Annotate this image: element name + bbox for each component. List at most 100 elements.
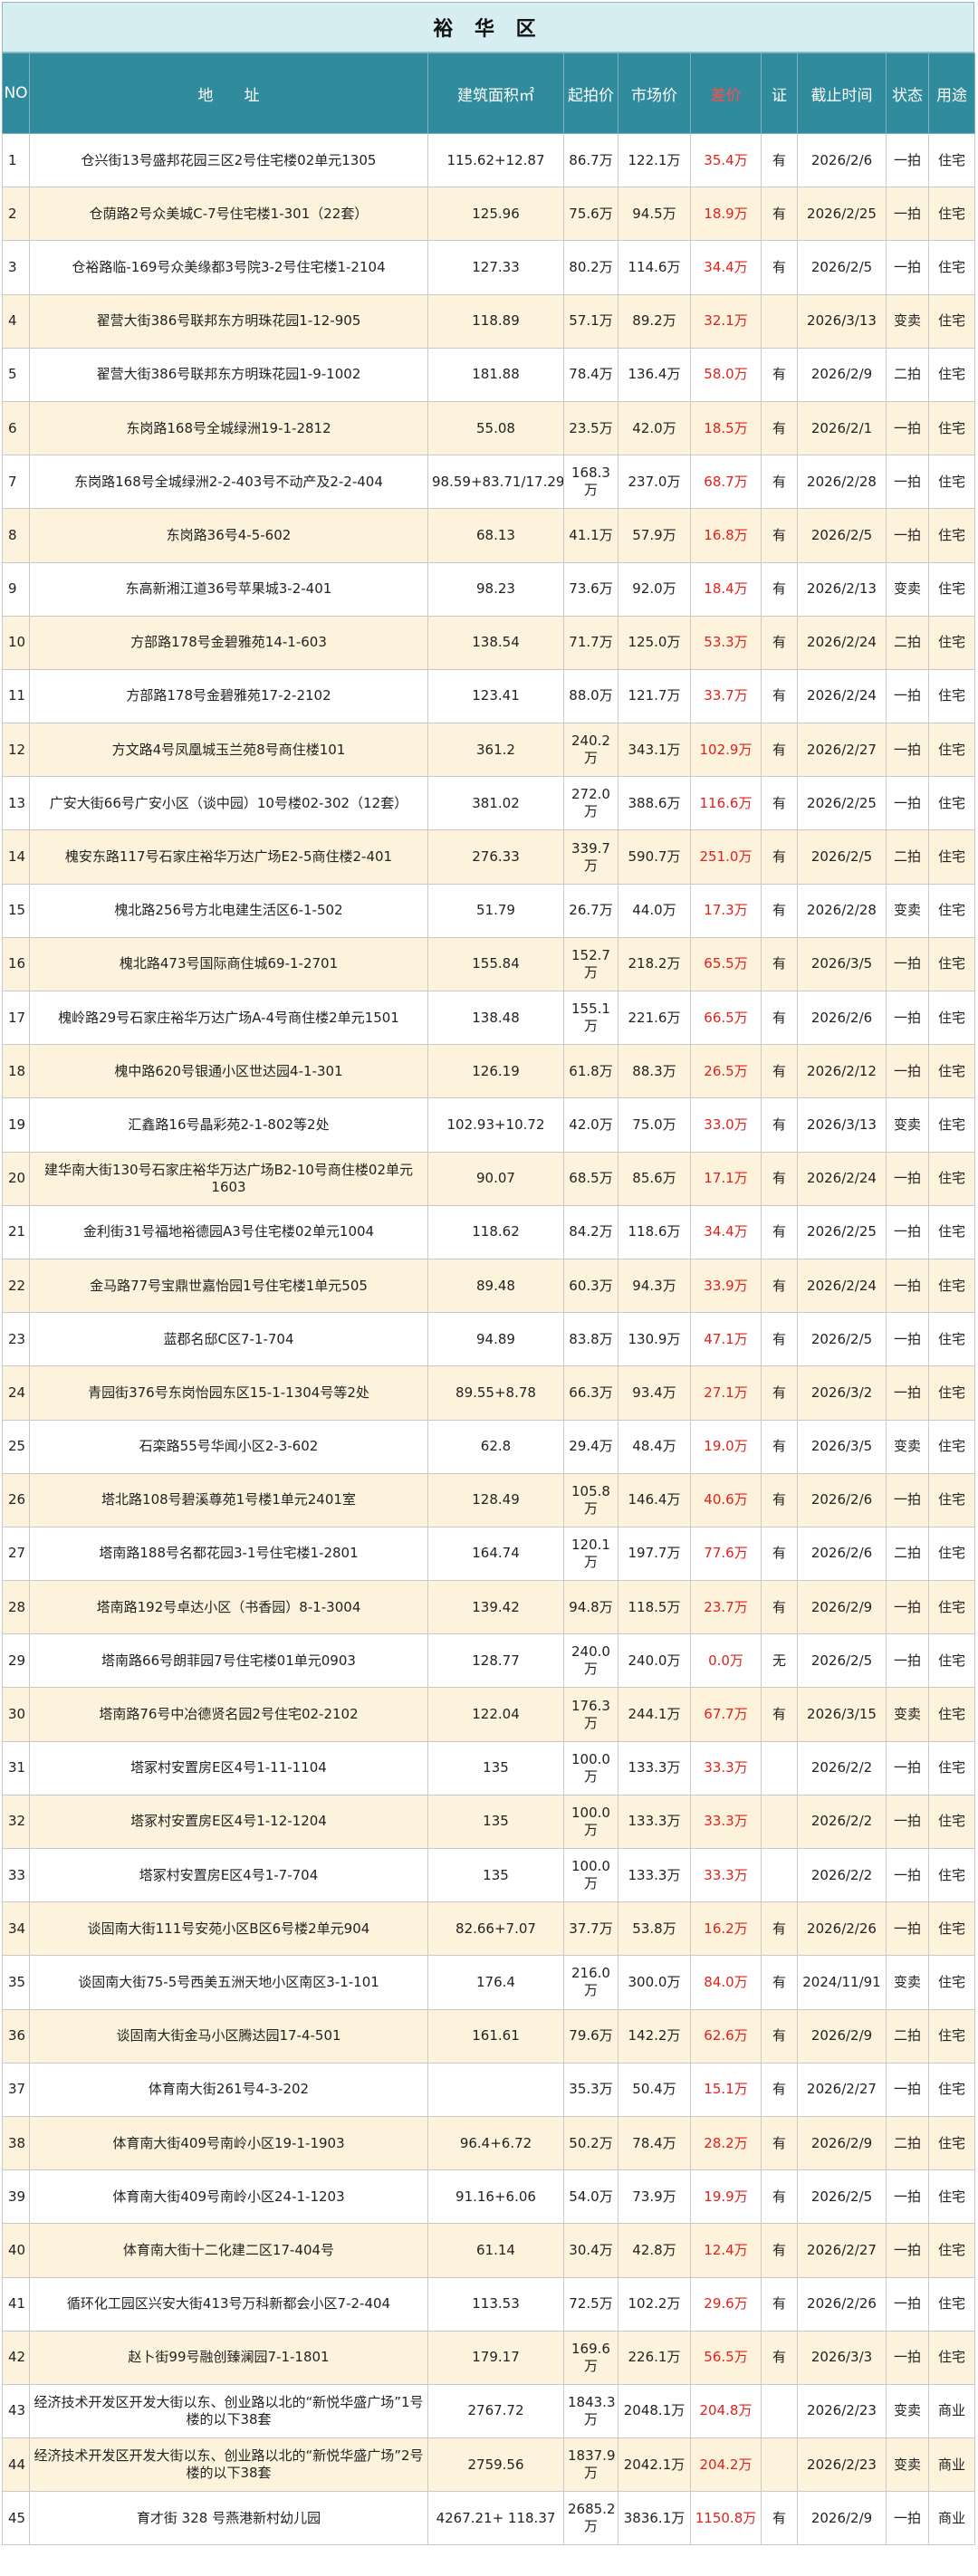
col-market-price-header: 市场价 <box>618 53 691 134</box>
status-cell: 一拍 <box>886 1151 929 1206</box>
market-price-cell: 85.6万 <box>618 1151 691 1206</box>
certificate-cell: 有 <box>761 187 798 242</box>
certificate-cell: 有 <box>761 615 798 670</box>
table-row: 21 金利街31号福地裕德园A3号住宅楼02单元1004 118.62 84.2万 11… <box>2 1204 975 1259</box>
district-title: 裕 华 区 <box>2 2 974 53</box>
usage-cell: 住宅 <box>928 2276 975 2332</box>
certificate-cell: 有 <box>761 1526 798 1582</box>
building-area-cell: 4267.21+ 118.37 <box>427 2491 564 2546</box>
building-area-cell: 55.08 <box>427 400 564 456</box>
status-cell: 变卖 <box>886 2437 929 2493</box>
start-price-cell: 71.7万 <box>563 615 618 670</box>
building-area-cell: 123.41 <box>427 668 564 724</box>
usage-cell: 住宅 <box>928 776 975 831</box>
status-cell: 一拍 <box>886 240 929 295</box>
usage-cell: 住宅 <box>928 1847 975 1903</box>
usage-cell: 住宅 <box>928 508 975 563</box>
start-price-cell: 68.5万 <box>563 1151 618 1206</box>
deadline-cell: 2026/2/6 <box>797 1472 887 1527</box>
deadline-cell: 2026/3/5 <box>797 1419 887 1474</box>
certificate-cell: 有 <box>761 132 798 188</box>
start-price-cell: 54.0万 <box>563 2169 618 2225</box>
status-cell: 二拍 <box>886 2008 929 2064</box>
market-price-cell: 73.9万 <box>618 2169 691 2225</box>
start-price-cell: 105.8万 <box>563 1472 618 1527</box>
price-diff-cell: 12.4万 <box>690 2223 762 2278</box>
usage-cell: 住宅 <box>928 1687 975 1742</box>
market-price-cell: 590.7万 <box>618 829 691 885</box>
row-no-cell: 5 <box>2 347 30 402</box>
market-price-cell: 240.0万 <box>618 1633 691 1689</box>
price-diff-cell: 33.7万 <box>690 668 762 724</box>
certificate-cell: 有 <box>761 1151 798 1206</box>
deadline-cell: 2026/2/24 <box>797 668 887 724</box>
start-price-cell: 94.8万 <box>563 1580 618 1635</box>
market-price-cell: 121.7万 <box>618 668 691 724</box>
certificate-cell: 有 <box>761 2491 798 2546</box>
address-cell: 体育南大街409号南岭小区24-1-1203 <box>29 2169 428 2225</box>
row-no-cell: 9 <box>2 561 30 617</box>
price-diff-cell: 204.8万 <box>690 2383 762 2439</box>
price-diff-cell: 62.6万 <box>690 2008 762 2064</box>
building-area-cell: 381.02 <box>427 776 564 831</box>
address-cell: 经济技术开发区开发大街以东、创业路以北的“新悦华盛广场”2号楼的以下38套 <box>29 2437 428 2493</box>
row-no-cell: 27 <box>2 1526 30 1582</box>
row-no-cell: 16 <box>2 936 30 992</box>
start-price-cell: 240.2万 <box>563 723 618 778</box>
row-no-cell: 35 <box>2 1955 30 2010</box>
building-area-cell: 89.48 <box>427 1258 564 1314</box>
price-diff-cell: 53.3万 <box>690 615 762 670</box>
usage-cell: 住宅 <box>928 2062 975 2117</box>
market-price-cell: 92.0万 <box>618 561 691 617</box>
row-no-cell: 43 <box>2 2383 30 2439</box>
status-cell: 一拍 <box>886 668 929 724</box>
price-diff-cell: 23.7万 <box>690 1580 762 1635</box>
certificate-cell: 有 <box>761 2223 798 2278</box>
certificate-cell: 有 <box>761 829 798 885</box>
usage-cell: 住宅 <box>928 1580 975 1635</box>
row-no-cell: 21 <box>2 1204 30 1259</box>
table-row: 42 赵卜街99号融创臻澜园7-1-1801 179.17 169.6万 226.1万 5… <box>2 2330 975 2385</box>
price-diff-cell: 33.3万 <box>690 1794 762 1850</box>
price-diff-cell: 34.4万 <box>690 240 762 295</box>
usage-cell: 住宅 <box>928 1740 975 1796</box>
row-no-cell: 25 <box>2 1419 30 1474</box>
row-no-cell: 39 <box>2 2169 30 2225</box>
price-diff-cell: 58.0万 <box>690 347 762 402</box>
start-price-cell: 83.8万 <box>563 1312 618 1367</box>
usage-cell: 住宅 <box>928 1044 975 1099</box>
listing-sheet: 裕 华 区 NO 地 址建筑面积㎡ 起拍价 市场价 差价证截止时间 状态 用途 1 仓兴街13… <box>2 2 975 2546</box>
address-cell: 塔南路192号卓达小区（书香园）8-1-3004 <box>29 1580 428 1635</box>
market-price-cell: 221.6万 <box>618 990 691 1046</box>
market-price-cell: 94.3万 <box>618 1258 691 1314</box>
status-cell: 一拍 <box>886 1312 929 1367</box>
table-row: 15 槐北路256号方北电建生活区6-1-502 51.79 26.7万 44.0万 17… <box>2 883 975 938</box>
certificate-cell: 有 <box>761 1580 798 1635</box>
deadline-cell: 2026/3/2 <box>797 1365 887 1421</box>
usage-cell: 住宅 <box>928 1365 975 1421</box>
certificate-cell: 有 <box>761 776 798 831</box>
usage-cell: 住宅 <box>928 1419 975 1474</box>
table-row: 41 循环化工园区兴安大街413号万科新都会小区7-2-404 113.53 72.5… <box>2 2276 975 2332</box>
row-no-cell: 17 <box>2 990 30 1046</box>
usage-cell: 住宅 <box>928 1472 975 1527</box>
deadline-cell: 2026/2/5 <box>797 1312 887 1367</box>
start-price-cell: 30.4万 <box>563 2223 618 2278</box>
row-no-cell: 40 <box>2 2223 30 2278</box>
building-area-cell: 82.66+7.07 <box>427 1901 564 1957</box>
usage-cell: 住宅 <box>928 132 975 188</box>
table-body: 1 仓兴街13号盛邦花园三区2号住宅楼02单元1305 115.62+12.87 86… <box>2 132 975 2546</box>
deadline-cell: 2026/3/13 <box>797 1097 887 1153</box>
table-row: 35 谈固南大街75-5号西美五洲天地小区南区3-1-101 176.4 216.0万… <box>2 1955 975 2010</box>
start-price-cell: 100.0万 <box>563 1847 618 1903</box>
start-price-cell: 72.5万 <box>563 2276 618 2332</box>
start-price-cell: 57.1万 <box>563 293 618 349</box>
row-no-cell: 14 <box>2 829 30 885</box>
start-price-cell: 272.0万 <box>563 776 618 831</box>
market-price-cell: 226.1万 <box>618 2330 691 2385</box>
market-price-cell: 118.5万 <box>618 1580 691 1635</box>
address-cell: 方部路178号金碧雅苑17-2-2102 <box>29 668 428 724</box>
row-no-cell: 15 <box>2 883 30 938</box>
status-cell: 变卖 <box>886 1419 929 1474</box>
row-no-cell: 26 <box>2 1472 30 1527</box>
